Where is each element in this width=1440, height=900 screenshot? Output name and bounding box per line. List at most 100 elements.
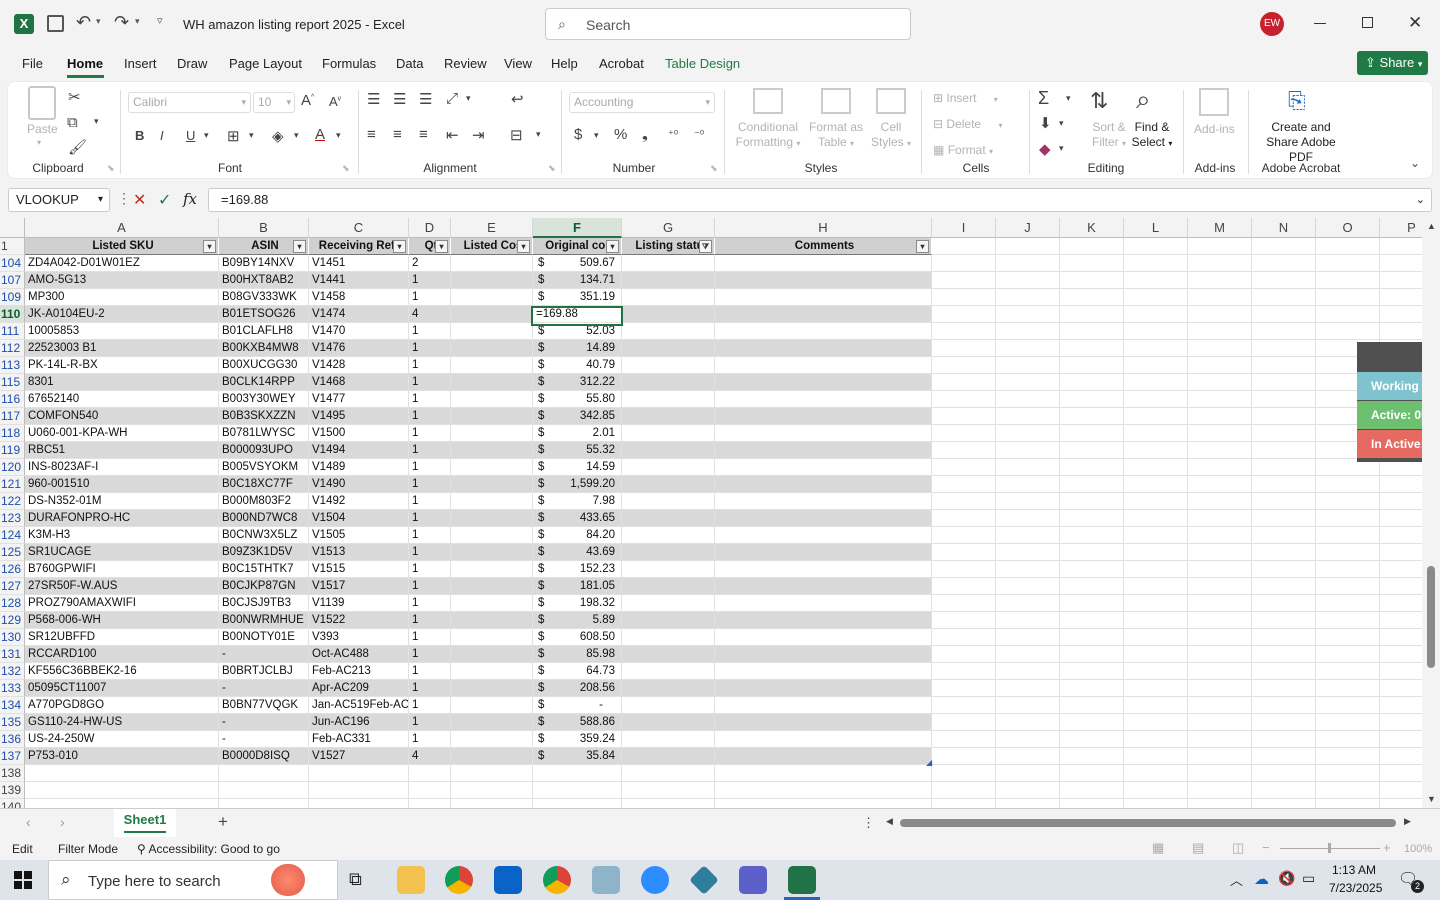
clock-date[interactable]: 7/23/2025 xyxy=(1329,881,1382,895)
column-header-d[interactable]: D xyxy=(409,218,451,238)
original-cost-cell[interactable]: $359.24 xyxy=(533,731,622,748)
tab-table-design[interactable]: Table Design xyxy=(665,56,740,71)
listed-cost-cell[interactable] xyxy=(451,646,533,663)
original-cost-cell[interactable]: $52.03 xyxy=(533,323,622,340)
sku-cell[interactable]: 10005853 xyxy=(25,323,219,340)
cell[interactable] xyxy=(1124,374,1188,391)
cell[interactable] xyxy=(1252,425,1316,442)
cell[interactable] xyxy=(996,476,1060,493)
add-ins-button[interactable]: Add-ins xyxy=(1194,122,1235,136)
cell[interactable] xyxy=(1252,680,1316,697)
create-pdf-button[interactable]: Create and Share Adobe PDF xyxy=(1254,120,1348,165)
cell[interactable] xyxy=(1380,646,1422,663)
cell[interactable] xyxy=(1252,476,1316,493)
listing-status-cell[interactable] xyxy=(622,306,715,323)
cell[interactable] xyxy=(932,476,996,493)
expand-formula-bar-icon[interactable]: ⌄ xyxy=(1416,189,1425,211)
comments-cell[interactable] xyxy=(715,476,932,493)
listed-cost-cell[interactable] xyxy=(451,323,533,340)
asin-cell[interactable]: B005VSYOKM xyxy=(219,459,309,476)
receiving-ref-cell[interactable]: V1513 xyxy=(309,544,409,561)
row-header[interactable]: 109 xyxy=(0,289,25,306)
sku-cell[interactable]: SR12UBFFD xyxy=(25,629,219,646)
cell[interactable] xyxy=(1380,595,1422,612)
comments-cell[interactable] xyxy=(715,663,932,680)
cell[interactable] xyxy=(1124,561,1188,578)
cell[interactable] xyxy=(1124,306,1188,323)
row-header[interactable]: 126 xyxy=(0,561,25,578)
cell[interactable] xyxy=(1316,612,1380,629)
clock-time[interactable]: 1:13 AM xyxy=(1332,863,1376,877)
cell[interactable] xyxy=(533,799,622,808)
sku-cell[interactable]: K3M-H3 xyxy=(25,527,219,544)
row-header[interactable]: 1 xyxy=(0,238,25,255)
copy-icon[interactable]: ⧉ xyxy=(67,114,78,131)
row-header[interactable]: 107 xyxy=(0,272,25,289)
wrap-text-icon[interactable]: ↩ xyxy=(511,90,524,108)
comments-cell[interactable] xyxy=(715,272,932,289)
cell[interactable] xyxy=(1124,425,1188,442)
cell[interactable] xyxy=(1124,255,1188,272)
row-header[interactable]: 128 xyxy=(0,595,25,612)
cell[interactable] xyxy=(1188,238,1252,255)
minimize-icon[interactable] xyxy=(1314,23,1326,24)
format-cells-button[interactable]: ▦ Format ▾ xyxy=(933,143,993,157)
cell[interactable] xyxy=(996,697,1060,714)
asin-cell[interactable]: B0000D8ISQ xyxy=(219,748,309,765)
asin-cell[interactable]: B0781LWYSC xyxy=(219,425,309,442)
listing-status-cell[interactable] xyxy=(622,646,715,663)
original-cost-cell[interactable]: $208.56 xyxy=(533,680,622,697)
task-view-icon[interactable]: ⧉ xyxy=(349,869,362,890)
cell[interactable] xyxy=(1252,663,1316,680)
column-header-b[interactable]: B xyxy=(219,218,309,238)
listed-cost-cell[interactable] xyxy=(451,731,533,748)
cell[interactable] xyxy=(1188,544,1252,561)
sku-cell[interactable]: JK-A0104EU-2 xyxy=(25,306,219,323)
receiving-ref-cell[interactable]: V1495 xyxy=(309,408,409,425)
cell[interactable] xyxy=(1060,425,1124,442)
cell[interactable] xyxy=(1124,340,1188,357)
cell[interactable] xyxy=(1060,561,1124,578)
listing-status-cell[interactable] xyxy=(622,425,715,442)
tab-data[interactable]: Data xyxy=(396,56,423,71)
cell[interactable] xyxy=(996,357,1060,374)
cell[interactable] xyxy=(1316,527,1380,544)
orientation-dropdown-icon[interactable]: ▾ xyxy=(466,93,471,104)
fill-dropdown-icon[interactable]: ▾ xyxy=(1059,118,1064,129)
asin-cell[interactable]: B000093UPO xyxy=(219,442,309,459)
cell[interactable] xyxy=(1060,646,1124,663)
sku-cell[interactable]: US-24-250W xyxy=(25,731,219,748)
comments-cell[interactable] xyxy=(715,493,932,510)
cell[interactable] xyxy=(1188,731,1252,748)
receiving-ref-cell[interactable]: V1477 xyxy=(309,391,409,408)
sku-cell[interactable]: RBC51 xyxy=(25,442,219,459)
sku-cell[interactable]: PK-14L-R-BX xyxy=(25,357,219,374)
cell[interactable] xyxy=(25,765,219,782)
cell[interactable] xyxy=(409,799,451,808)
listed-cost-cell[interactable] xyxy=(451,663,533,680)
cell[interactable] xyxy=(1380,272,1422,289)
comments-cell[interactable] xyxy=(715,578,932,595)
cell[interactable] xyxy=(1060,306,1124,323)
listed-cost-cell[interactable] xyxy=(451,425,533,442)
cell[interactable] xyxy=(1060,272,1124,289)
cell[interactable] xyxy=(1124,391,1188,408)
sku-cell[interactable]: COMFON540 xyxy=(25,408,219,425)
original-cost-cell[interactable]: $ - xyxy=(533,697,622,714)
undo-dropdown-icon[interactable]: ▾ xyxy=(96,16,101,27)
cell[interactable] xyxy=(932,578,996,595)
receiving-ref-cell[interactable]: V1505 xyxy=(309,527,409,544)
file-explorer-icon[interactable] xyxy=(397,866,425,894)
network-icon[interactable]: ▭ xyxy=(1302,870,1315,887)
comments-cell[interactable] xyxy=(715,357,932,374)
cell[interactable] xyxy=(1060,799,1124,808)
quick-access-customize-icon[interactable]: ▿ xyxy=(157,14,163,27)
cell[interactable] xyxy=(1252,765,1316,782)
original-cost-cell[interactable]: $55.32 xyxy=(533,442,622,459)
cell[interactable] xyxy=(1316,782,1380,799)
listed-cost-cell[interactable] xyxy=(451,476,533,493)
collapse-ribbon-icon[interactable]: ⌄ xyxy=(1410,156,1420,170)
sku-cell[interactable]: U060-001-KPA-WH xyxy=(25,425,219,442)
tab-splitter-icon[interactable]: ⋮ xyxy=(862,815,875,831)
listing-status-cell[interactable] xyxy=(622,527,715,544)
